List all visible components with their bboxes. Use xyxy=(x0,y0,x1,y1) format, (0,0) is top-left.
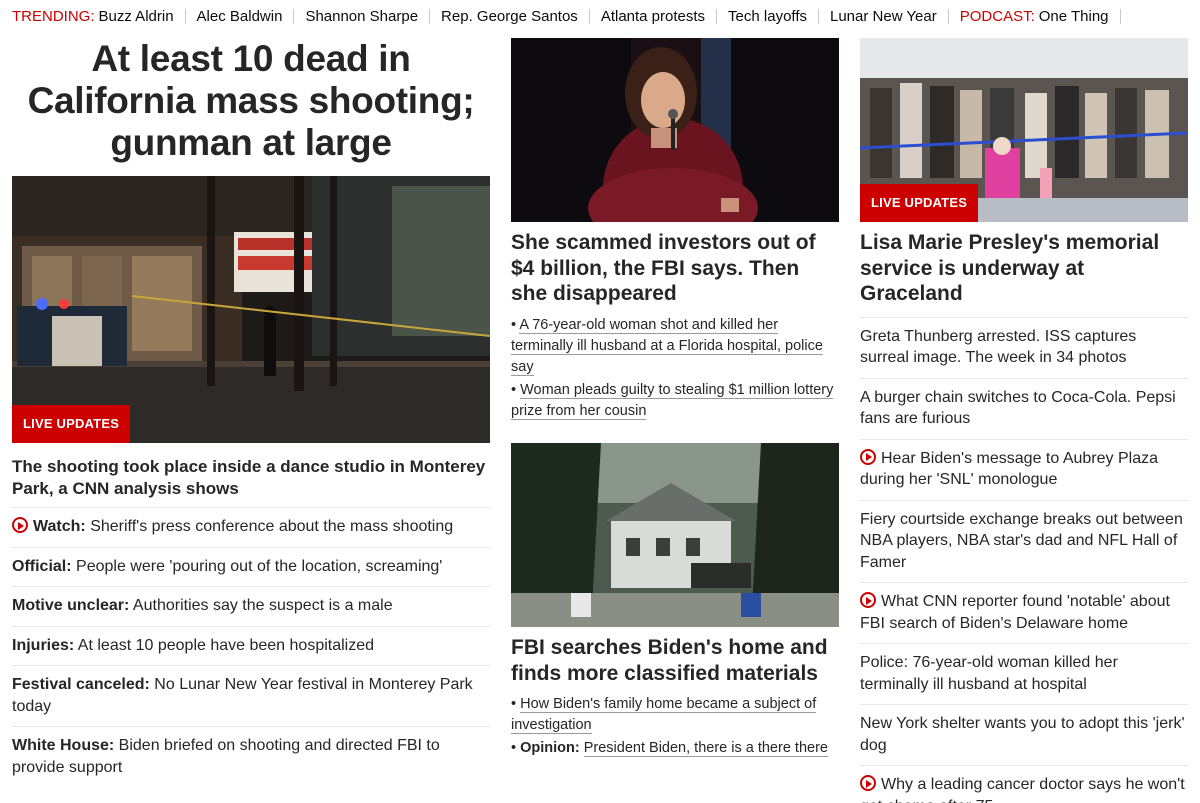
item-prefix: Festival canceled: xyxy=(12,676,150,693)
play-icon xyxy=(860,775,876,791)
list-item[interactable]: Greta Thunberg arrested. ISS captures su… xyxy=(860,316,1188,378)
story-block: FBI searches Biden's home and finds more… xyxy=(511,635,839,761)
story-title[interactable]: FBI searches Biden's home and finds more… xyxy=(511,635,839,686)
list-item[interactable]: What CNN reporter found 'notable' about … xyxy=(860,582,1188,643)
middle-column: She scammed investors out of $4 billion,… xyxy=(511,38,839,757)
divider xyxy=(293,8,295,24)
item-text: At least 10 people have been hospitalize… xyxy=(77,636,375,654)
biden-home-photo xyxy=(511,443,839,627)
list-item[interactable]: Motive unclear: Authorities say the susp… xyxy=(12,586,490,626)
link-text[interactable]: President Biden, there is a there there xyxy=(583,740,828,757)
lead-story-image[interactable]: LIVE UPDATES xyxy=(12,176,490,443)
item-text: People were 'pouring out of the location… xyxy=(76,557,443,575)
related-links: • A 76-year-old woman shot and killed he… xyxy=(511,315,839,422)
link-text[interactable]: How Biden's family home became a subject… xyxy=(511,696,817,734)
trending-item[interactable]: Tech layoffs xyxy=(728,8,807,25)
list-item[interactable]: Fiery courtside exchange breaks out betw… xyxy=(860,499,1188,583)
divider xyxy=(588,8,590,24)
list-item[interactable]: White House: Biden briefed on shooting a… xyxy=(12,726,490,787)
item-text: Police: 76-year-old woman killed her ter… xyxy=(860,654,1118,693)
live-updates-badge[interactable]: LIVE UPDATES xyxy=(12,405,131,443)
divider xyxy=(1119,8,1121,24)
item-text: Hear Biden's message to Aubrey Plaza dur… xyxy=(860,449,1158,489)
item-text: Greta Thunberg arrested. ISS captures su… xyxy=(860,327,1137,367)
trending-label: TRENDING: xyxy=(12,7,95,25)
play-icon xyxy=(12,517,28,533)
right-column: LIVE UPDATES Lisa Marie Presley's memori… xyxy=(860,38,1188,803)
podcast-label: PODCAST: xyxy=(959,7,1035,25)
related-link[interactable]: • A 76-year-old woman shot and killed he… xyxy=(511,315,839,378)
trending-item[interactable]: Atlanta protests xyxy=(601,8,705,25)
lead-story-sublist: Watch: Sheriff's press conference about … xyxy=(12,507,490,787)
list-item[interactable]: Festival canceled: No Lunar New Year fes… xyxy=(12,665,490,726)
list-item[interactable]: Why a leading cancer doctor says he won'… xyxy=(860,765,1188,803)
item-text: New York shelter wants you to adopt this… xyxy=(860,715,1185,754)
story-title[interactable]: Lisa Marie Presley's memorial service is… xyxy=(860,230,1188,307)
story-image[interactable] xyxy=(511,38,839,222)
list-item[interactable]: Hear Biden's message to Aubrey Plaza dur… xyxy=(860,438,1188,500)
trending-item[interactable]: Buzz Aldrin xyxy=(99,8,174,25)
headline-line: California mass shooting; xyxy=(27,80,475,121)
divider xyxy=(716,8,718,24)
item-text: A burger chain switches to Coca-Cola. Pe… xyxy=(860,388,1176,428)
link-text[interactable]: Woman pleads guilty to stealing $1 milli… xyxy=(511,381,834,420)
list-item[interactable]: New York shelter wants you to adopt this… xyxy=(860,704,1188,765)
lead-headline[interactable]: At least 10 dead in California mass shoo… xyxy=(12,38,490,164)
story-title[interactable]: She scammed investors out of $4 billion,… xyxy=(511,230,839,307)
list-item[interactable]: Injuries: At least 10 people have been h… xyxy=(12,625,490,666)
related-link[interactable]: • How Biden's family home became a subje… xyxy=(511,694,839,736)
list-item[interactable]: Official: People were 'pouring out of th… xyxy=(12,546,490,587)
link-prefix: Opinion: xyxy=(520,740,580,756)
trending-item[interactable]: Shannon Sharpe xyxy=(305,8,418,25)
trending-bar: TRENDING: Buzz Aldrin Alec Baldwin Shann… xyxy=(12,6,1132,26)
related-links: • How Biden's family home became a subje… xyxy=(511,694,839,759)
list-item[interactable]: Police: 76-year-old woman killed her ter… xyxy=(860,643,1188,704)
item-text: What CNN reporter found 'notable' about … xyxy=(860,593,1170,632)
play-icon xyxy=(860,592,876,608)
item-prefix: White House: xyxy=(12,737,115,754)
lead-story-title[interactable]: The shooting took place inside a dance s… xyxy=(12,456,490,507)
trending-item[interactable]: Lunar New Year xyxy=(830,8,937,25)
lead-story-column: At least 10 dead in California mass shoo… xyxy=(12,38,490,787)
trending-item[interactable]: Rep. George Santos xyxy=(441,8,578,25)
related-link[interactable]: • Opinion: President Biden, there is a t… xyxy=(511,738,839,759)
item-text: Sheriff's press conference about the mas… xyxy=(90,518,454,535)
trending-item[interactable]: Alec Baldwin xyxy=(197,8,283,25)
story-image[interactable] xyxy=(511,443,839,627)
speaker-stage-photo xyxy=(511,38,839,222)
list-item[interactable]: Watch: Sheriff's press conference about … xyxy=(12,507,490,547)
related-link[interactable]: • Woman pleads guilty to stealing $1 mil… xyxy=(511,380,839,422)
headline-line: gunman at large xyxy=(110,122,392,163)
live-updates-badge[interactable]: LIVE UPDATES xyxy=(860,184,979,222)
list-item[interactable]: A burger chain switches to Coca-Cola. Pe… xyxy=(860,377,1188,439)
podcast-link[interactable]: One Thing xyxy=(1039,8,1109,25)
link-text[interactable]: A 76-year-old woman shot and killed her … xyxy=(511,316,823,376)
item-text: Why a leading cancer doctor says he won'… xyxy=(860,776,1185,803)
play-icon xyxy=(860,448,876,465)
headline-line: At least 10 dead in xyxy=(91,38,411,79)
divider xyxy=(429,8,431,24)
item-text: Fiery courtside exchange breaks out betw… xyxy=(860,510,1183,571)
divider xyxy=(184,8,186,24)
item-prefix: Motive unclear: xyxy=(12,597,130,614)
item-prefix: Watch: xyxy=(33,518,86,535)
story-image[interactable]: LIVE UPDATES xyxy=(860,38,1188,222)
item-prefix: Injuries: xyxy=(12,636,75,654)
item-prefix: Official: xyxy=(12,557,72,575)
divider xyxy=(817,8,819,24)
item-text: Authorities say the suspect is a male xyxy=(132,597,393,614)
headline-list: Greta Thunberg arrested. ISS captures su… xyxy=(860,316,1188,803)
dance-studio-night-photo xyxy=(12,176,490,443)
divider xyxy=(947,8,949,24)
